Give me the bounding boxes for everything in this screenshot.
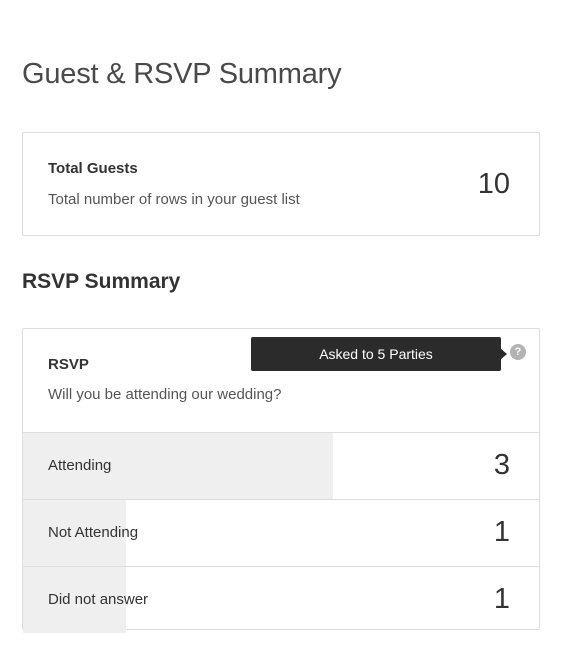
answer-row-not-attending: Not Attending 1 xyxy=(23,500,539,567)
tooltip-arrow xyxy=(500,348,507,360)
answer-label: Not Attending xyxy=(48,524,139,541)
asked-parties-tooltip: Asked to 5 Parties xyxy=(251,337,501,371)
answer-count: 1 xyxy=(493,516,510,548)
page-title: Guest & RSVP Summary xyxy=(22,58,342,90)
rsvp-question-header: RSVP Will you be attending our wedding? … xyxy=(23,329,539,433)
answer-label: Attending xyxy=(48,457,112,474)
question-mark-icon[interactable]: ? xyxy=(510,344,526,360)
answer-count: 1 xyxy=(493,583,510,615)
total-guests-card: Total Guests Total number of rows in you… xyxy=(22,132,540,236)
total-guests-value: 10 xyxy=(477,168,510,200)
rsvp-summary-title: RSVP Summary xyxy=(22,270,181,293)
rsvp-question-text: Will you be attending our wedding? xyxy=(48,386,282,403)
rsvp-question-card: RSVP Will you be attending our wedding? … xyxy=(22,328,540,633)
answer-label: Did not answer xyxy=(48,591,149,608)
rsvp-question-title: RSVP xyxy=(48,356,89,373)
total-guests-description: Total number of rows in your guest list xyxy=(48,191,300,208)
total-guests-title: Total Guests xyxy=(48,160,138,177)
answer-row-attending: Attending 3 xyxy=(23,433,539,500)
answer-row-did-not-answer: Did not answer 1 xyxy=(23,567,539,633)
answer-count: 3 xyxy=(493,449,510,481)
